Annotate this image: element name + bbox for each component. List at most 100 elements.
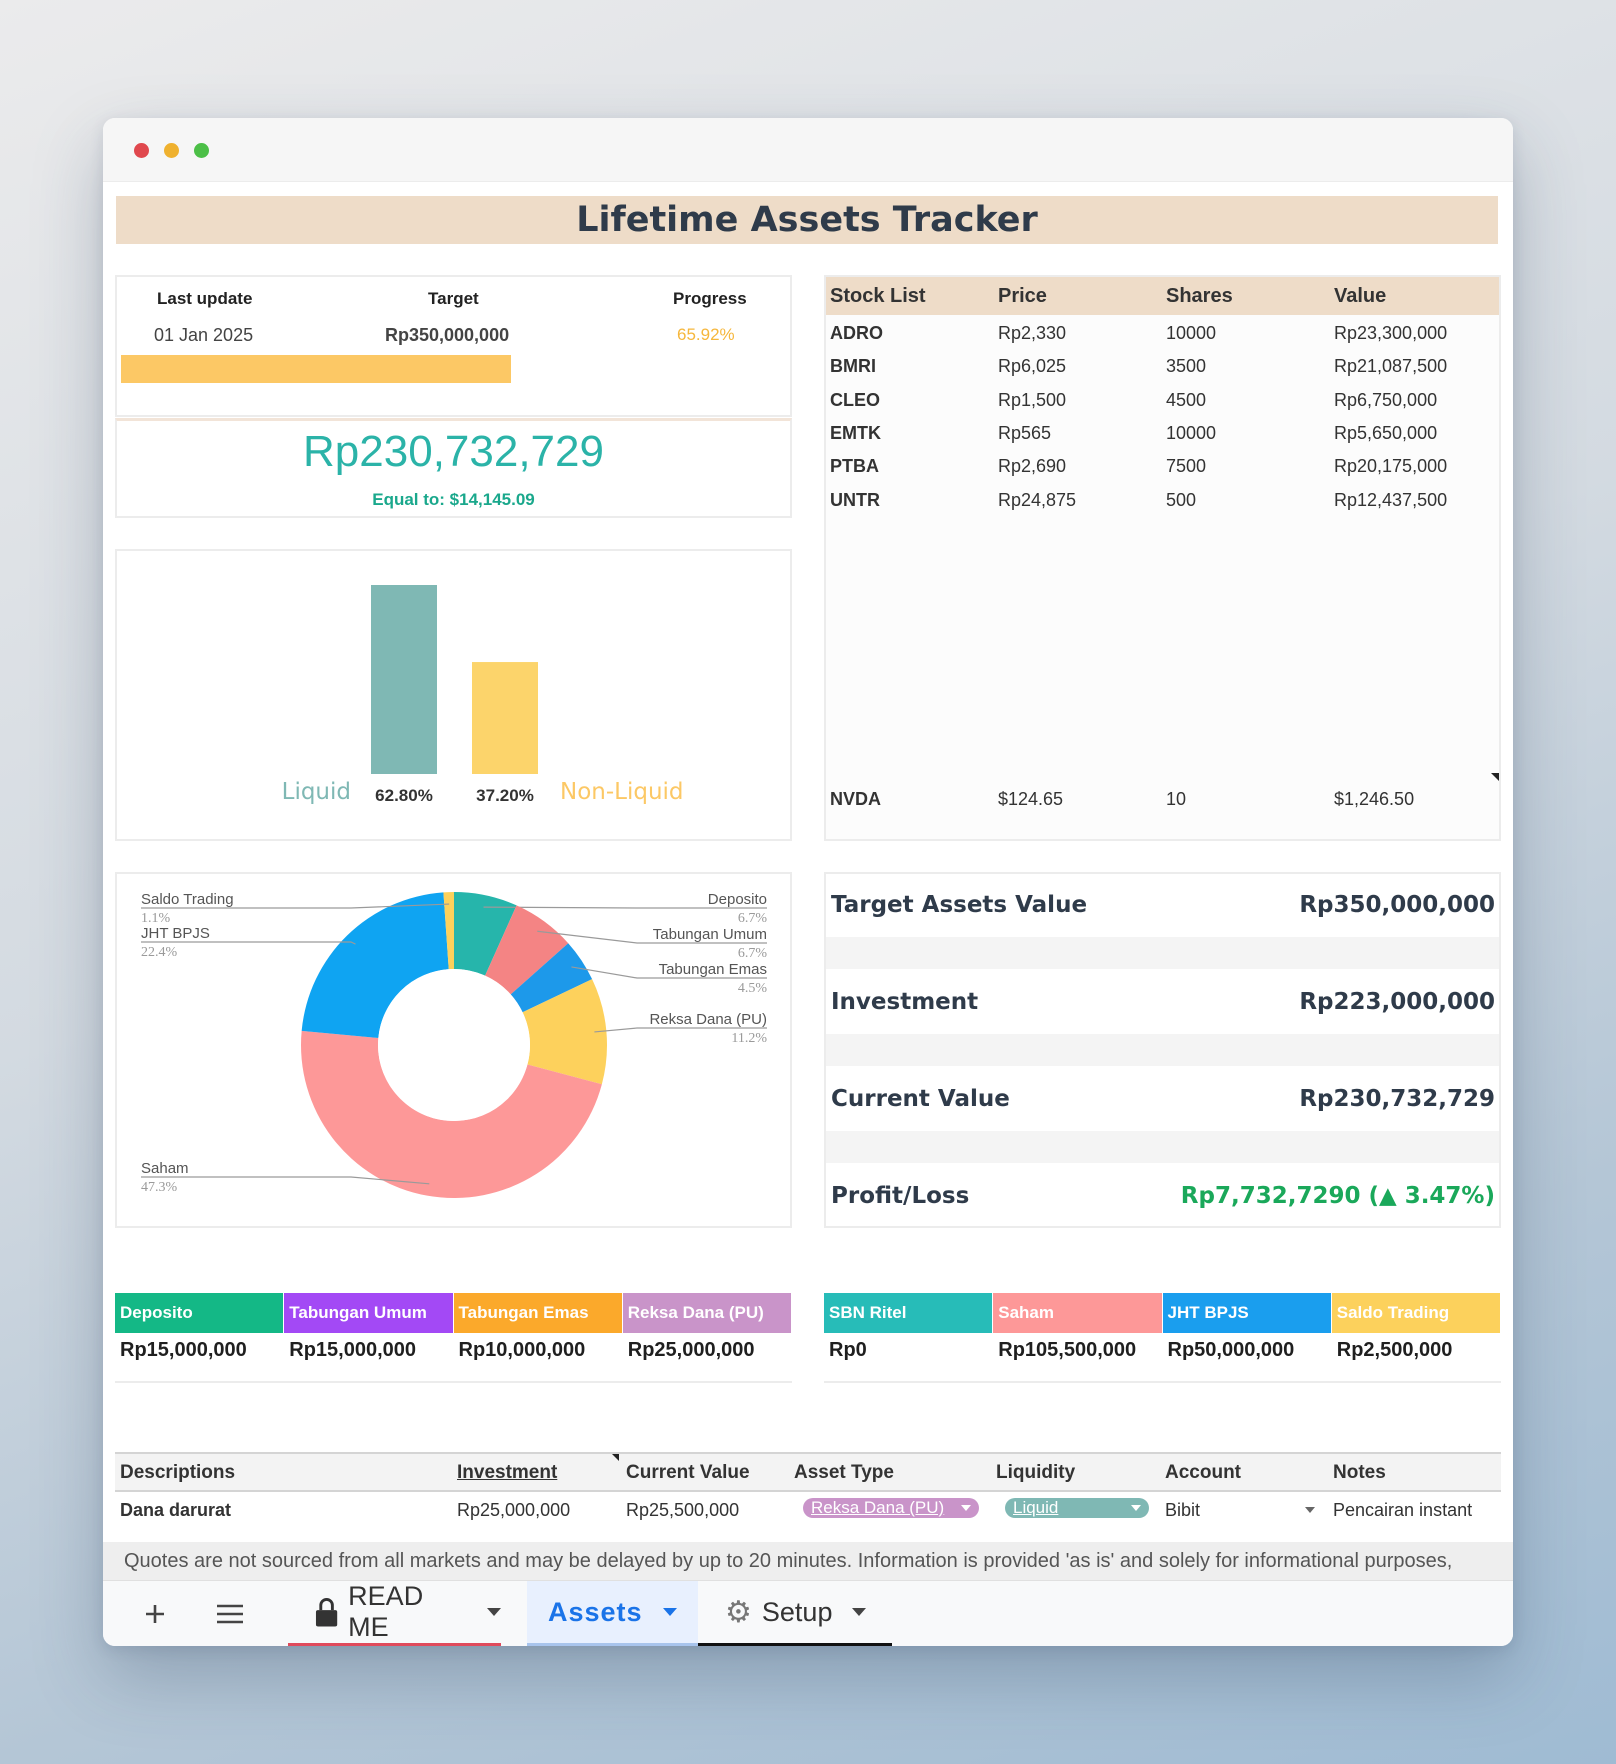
stock-cell[interactable]: ADRO	[830, 323, 883, 344]
investment-cell[interactable]: Rp25,000,000	[452, 1500, 570, 1521]
sheet-tab-label: Assets	[548, 1596, 643, 1627]
stock-cell[interactable]: CLEO	[830, 390, 880, 411]
category-total[interactable]: Rp25,000,000	[623, 1339, 755, 1362]
stock-cell[interactable]: Rp2,330	[998, 323, 1066, 344]
stock-cell[interactable]: $124.65	[998, 789, 1063, 810]
category-total[interactable]: Rp15,000,000	[115, 1339, 247, 1362]
stock-header-value: Value	[1334, 284, 1387, 307]
stock-cell[interactable]: EMTK	[830, 423, 881, 444]
sheet-tab-assets[interactable]: Assets	[527, 1581, 698, 1646]
category-total[interactable]: Rp10,000,000	[454, 1339, 586, 1362]
stock-cell[interactable]: 500	[1166, 490, 1196, 511]
close-window-button[interactable]	[134, 143, 149, 158]
col-header-liquidity[interactable]: Liquidity	[991, 1454, 1075, 1492]
profit-loss-label: Profit/Loss	[831, 1183, 970, 1209]
stock-cell[interactable]: UNTR	[830, 490, 880, 511]
progress-bar-track	[121, 355, 788, 383]
progress-header: Progress	[673, 289, 747, 308]
donut-slice-label: Tabungan Emas	[659, 961, 767, 978]
add-sheet-button[interactable]	[135, 1581, 175, 1646]
stock-cell[interactable]: Rp6,750,000	[1334, 390, 1437, 411]
stock-table: Stock List Price Shares Value ADRO Rp2,33…	[824, 275, 1501, 841]
sheet-tab-bar: READ ME Assets ⚙ Setup	[103, 1580, 1513, 1646]
col-header-descriptions[interactable]: Descriptions	[115, 1454, 235, 1492]
col-header-current-value[interactable]: Current Value	[621, 1454, 750, 1492]
all-sheets-button[interactable]	[208, 1581, 252, 1646]
stock-cell[interactable]: Rp24,875	[998, 490, 1076, 511]
stock-cell[interactable]: PTBA	[830, 456, 879, 477]
stock-cell[interactable]: Rp5,650,000	[1334, 423, 1437, 444]
target-value: Rp350,000,000	[385, 325, 510, 345]
stock-header-name: Stock List	[830, 284, 926, 307]
col-header-asset-type[interactable]: Asset Type	[789, 1454, 894, 1492]
chevron-down-icon	[1131, 1505, 1141, 1511]
stock-cell[interactable]: Rp1,500	[998, 390, 1066, 411]
stock-cell[interactable]: Rp565	[998, 423, 1051, 444]
stock-cell[interactable]: Rp21,087,500	[1334, 356, 1447, 377]
progress-card: Last update Target Progress 01 Jan 2025 …	[115, 275, 792, 417]
category-total[interactable]: Rp15,000,000	[284, 1339, 416, 1362]
category-total[interactable]: Rp105,500,000	[993, 1339, 1136, 1362]
stock-cell[interactable]: NVDA	[830, 789, 881, 810]
total-value-card: Rp230,732,729 Equal to: $14,145.09	[115, 418, 792, 518]
category-header: Tabungan Umum	[284, 1293, 453, 1333]
cell-note-marker	[1491, 773, 1499, 781]
category-total[interactable]: Rp50,000,000	[1163, 1339, 1295, 1362]
category-header: Deposito	[115, 1293, 284, 1333]
current-value-cell[interactable]: Rp25,500,000	[621, 1500, 739, 1521]
category-header: SBN Ritel	[824, 1293, 993, 1333]
description-cell[interactable]: Dana darurat	[115, 1500, 231, 1521]
chevron-down-icon	[961, 1505, 971, 1511]
chevron-down-icon	[662, 1608, 677, 1616]
category-totals-right: SBN Ritel Rp0 Saham Rp105,500,000 JHT BPJS Rp…	[824, 1293, 1501, 1383]
sheet-tab-read-me[interactable]: READ ME	[288, 1581, 501, 1646]
stock-cell[interactable]: 10	[1166, 789, 1186, 810]
profit-loss-value: Rp7,732,7290 (▲ 3.47%)	[1180, 1183, 1495, 1209]
summary-divider	[826, 1034, 1499, 1066]
assets-table: Descriptions Investment Current Value As…	[115, 1452, 1501, 1542]
stock-cell[interactable]: Rp12,437,500	[1334, 490, 1447, 511]
title-bar	[103, 118, 1513, 182]
stock-cell[interactable]: 4500	[1166, 390, 1206, 411]
stock-cell[interactable]: Rp6,025	[998, 356, 1066, 377]
stock-cell[interactable]: 10000	[1166, 323, 1216, 344]
progress-bar-fill	[121, 355, 512, 383]
col-header-account[interactable]: Account	[1160, 1454, 1241, 1492]
stock-cell[interactable]: $1,246.50	[1334, 789, 1414, 810]
minimize-window-button[interactable]	[164, 143, 179, 158]
current-value-label: Current Value	[831, 1086, 1010, 1112]
stock-cell[interactable]: 10000	[1166, 423, 1216, 444]
category-total[interactable]: Rp2,500,000	[1332, 1339, 1453, 1362]
account-cell[interactable]: Bibit	[1160, 1500, 1200, 1521]
col-header-notes[interactable]: Notes	[1328, 1454, 1386, 1492]
bar-category-label: Liquid	[282, 779, 351, 805]
donut-slice-percent: 6.7%	[738, 911, 768, 926]
stock-cell[interactable]: Rp20,175,000	[1334, 456, 1447, 477]
liquidity-dropdown[interactable]: Liquid	[1005, 1498, 1149, 1518]
category-strip-border	[115, 1381, 792, 1383]
summary-panel: Target Assets Value Rp350,000,000 Invest…	[824, 872, 1501, 1228]
stock-cell[interactable]: Rp23,300,000	[1334, 323, 1447, 344]
stock-cell[interactable]: 3500	[1166, 356, 1206, 377]
bar-non-liquid[interactable]	[472, 662, 538, 774]
notes-cell[interactable]: Pencairan instant	[1328, 1500, 1472, 1521]
assets-table-header: Descriptions Investment Current Value As…	[115, 1452, 1501, 1492]
stock-cell[interactable]: BMRI	[830, 356, 876, 377]
chevron-down-icon	[487, 1608, 501, 1616]
sheet-tab-setup[interactable]: ⚙ Setup	[698, 1581, 892, 1646]
last-update-value: 01 Jan 2025	[154, 325, 254, 345]
account-dropdown-arrow[interactable]	[1305, 1507, 1315, 1513]
donut-slice-label: Deposito	[708, 891, 767, 908]
category-total[interactable]: Rp0	[824, 1339, 867, 1362]
donut-slice-percent: 1.1%	[141, 911, 171, 926]
sheet-tab-label: READ ME	[348, 1581, 424, 1642]
stock-cell[interactable]: Rp2,690	[998, 456, 1066, 477]
investment-value: Rp223,000,000	[1299, 989, 1495, 1015]
category-header: JHT BPJS	[1162, 1293, 1331, 1333]
liquidity-bar-chart: 62.80% 37.20% Liquid Non-Liquid	[115, 549, 792, 841]
stock-cell[interactable]: 7500	[1166, 456, 1206, 477]
maximize-window-button[interactable]	[194, 143, 209, 158]
asset-type-dropdown[interactable]: Reksa Dana (PU)	[803, 1498, 979, 1518]
col-header-investment[interactable]: Investment	[452, 1454, 557, 1492]
bar-liquid[interactable]	[371, 585, 437, 774]
